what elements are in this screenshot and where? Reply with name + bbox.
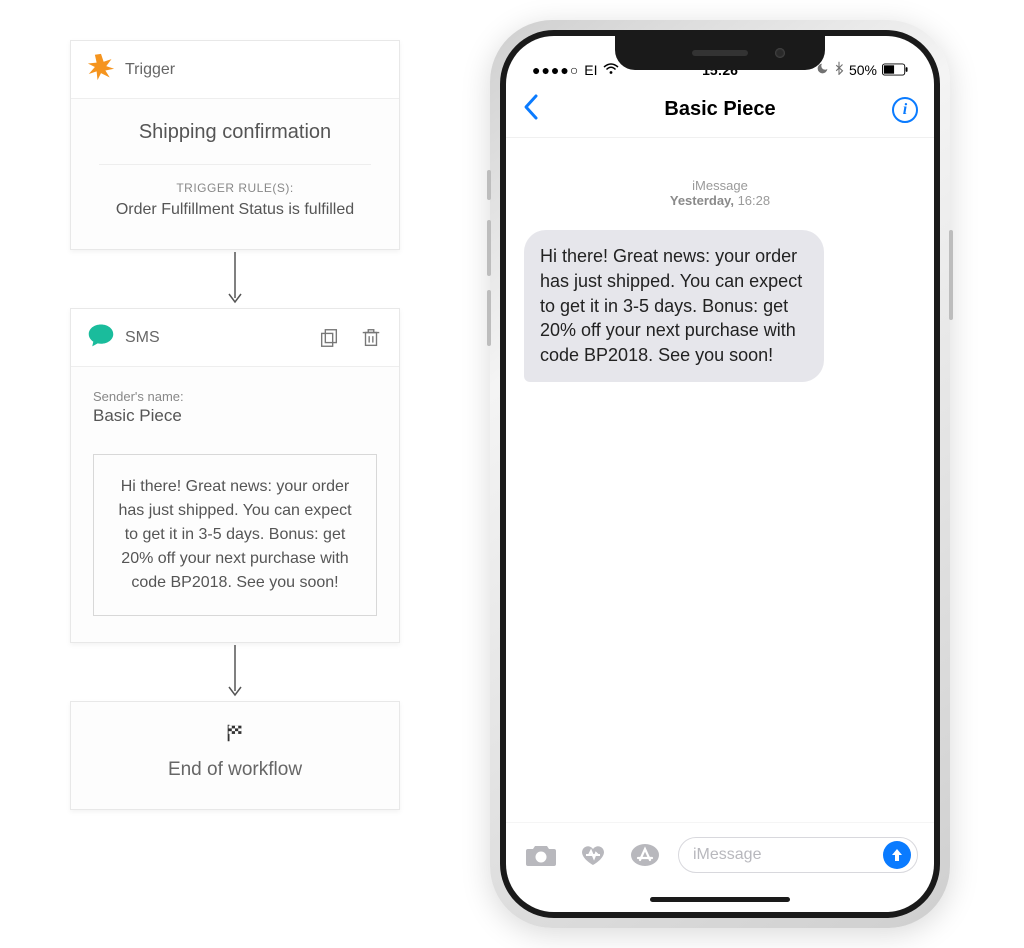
compose-bar: iMessage xyxy=(506,822,934,886)
message-placeholder: iMessage xyxy=(693,846,761,864)
camera-button[interactable] xyxy=(522,840,560,870)
sms-card-body: Sender's name: Basic Piece Hi there! Gre… xyxy=(71,367,399,642)
duplicate-button[interactable] xyxy=(317,326,341,350)
end-card: End of workflow xyxy=(70,701,400,810)
trigger-rule: Order Fulfillment Status is fulfilled xyxy=(99,201,371,219)
phone-notch xyxy=(615,36,825,70)
nav-title: Basic Piece xyxy=(664,98,775,121)
nav-bar: Basic Piece i xyxy=(506,82,934,138)
bluetooth-icon xyxy=(834,61,844,78)
trigger-header-label: Trigger xyxy=(125,61,175,79)
digital-touch-button[interactable] xyxy=(574,840,612,870)
sms-message-box[interactable]: Hi there! Great news: your order has jus… xyxy=(93,454,377,616)
send-button[interactable] xyxy=(883,841,911,869)
sender-name: Basic Piece xyxy=(93,406,377,426)
wifi-icon xyxy=(603,62,619,78)
sms-bubble-icon xyxy=(87,321,115,354)
sms-card-header: SMS xyxy=(71,309,399,367)
arrow-down-icon xyxy=(226,250,244,308)
chat-timestamp-time: 16:28 xyxy=(738,193,771,208)
arrow-down-icon xyxy=(226,643,244,701)
signal-strength: ●●●●○ xyxy=(532,62,579,78)
home-indicator[interactable] xyxy=(506,886,934,912)
message-input[interactable]: iMessage xyxy=(678,837,918,873)
back-button[interactable] xyxy=(522,93,540,127)
phone-mockup: ●●●●○ EI 15:26 50% xyxy=(490,20,950,928)
info-button[interactable]: i xyxy=(892,97,918,123)
mute-switch[interactable] xyxy=(487,170,491,200)
trigger-name: Shipping confirmation xyxy=(89,121,381,144)
trigger-card[interactable]: Trigger Shipping confirmation TRIGGER RU… xyxy=(70,40,400,250)
battery-percent: 50% xyxy=(849,62,877,78)
flag-icon xyxy=(224,731,246,748)
starburst-icon xyxy=(87,53,115,86)
incoming-message-bubble[interactable]: Hi there! Great news: your order has jus… xyxy=(524,230,824,382)
power-button[interactable] xyxy=(949,230,953,320)
sms-card[interactable]: SMS Sender's name: Basic Piece Hi there!… xyxy=(70,308,400,643)
sender-label: Sender's name: xyxy=(93,389,377,404)
volume-up-button[interactable] xyxy=(487,220,491,276)
chat-service-label: iMessage xyxy=(524,178,916,193)
sms-header-label: SMS xyxy=(125,329,160,347)
trigger-rules-label: TRIGGER RULE(S): xyxy=(99,181,371,195)
chat-meta: iMessage Yesterday, 16:28 xyxy=(524,178,916,208)
battery-icon xyxy=(882,63,908,76)
workflow-column: Trigger Shipping confirmation TRIGGER RU… xyxy=(70,40,400,810)
trigger-card-body: Shipping confirmation TRIGGER RULE(S): O… xyxy=(71,99,399,249)
chat-area[interactable]: iMessage Yesterday, 16:28 Hi there! Grea… xyxy=(506,138,934,822)
delete-button[interactable] xyxy=(359,326,383,350)
chat-timestamp-day: Yesterday, xyxy=(670,193,734,208)
end-label: End of workflow xyxy=(71,759,399,781)
app-store-button[interactable] xyxy=(626,840,664,870)
volume-down-button[interactable] xyxy=(487,290,491,346)
trigger-card-header: Trigger xyxy=(71,41,399,99)
carrier-label: EI xyxy=(584,62,597,78)
